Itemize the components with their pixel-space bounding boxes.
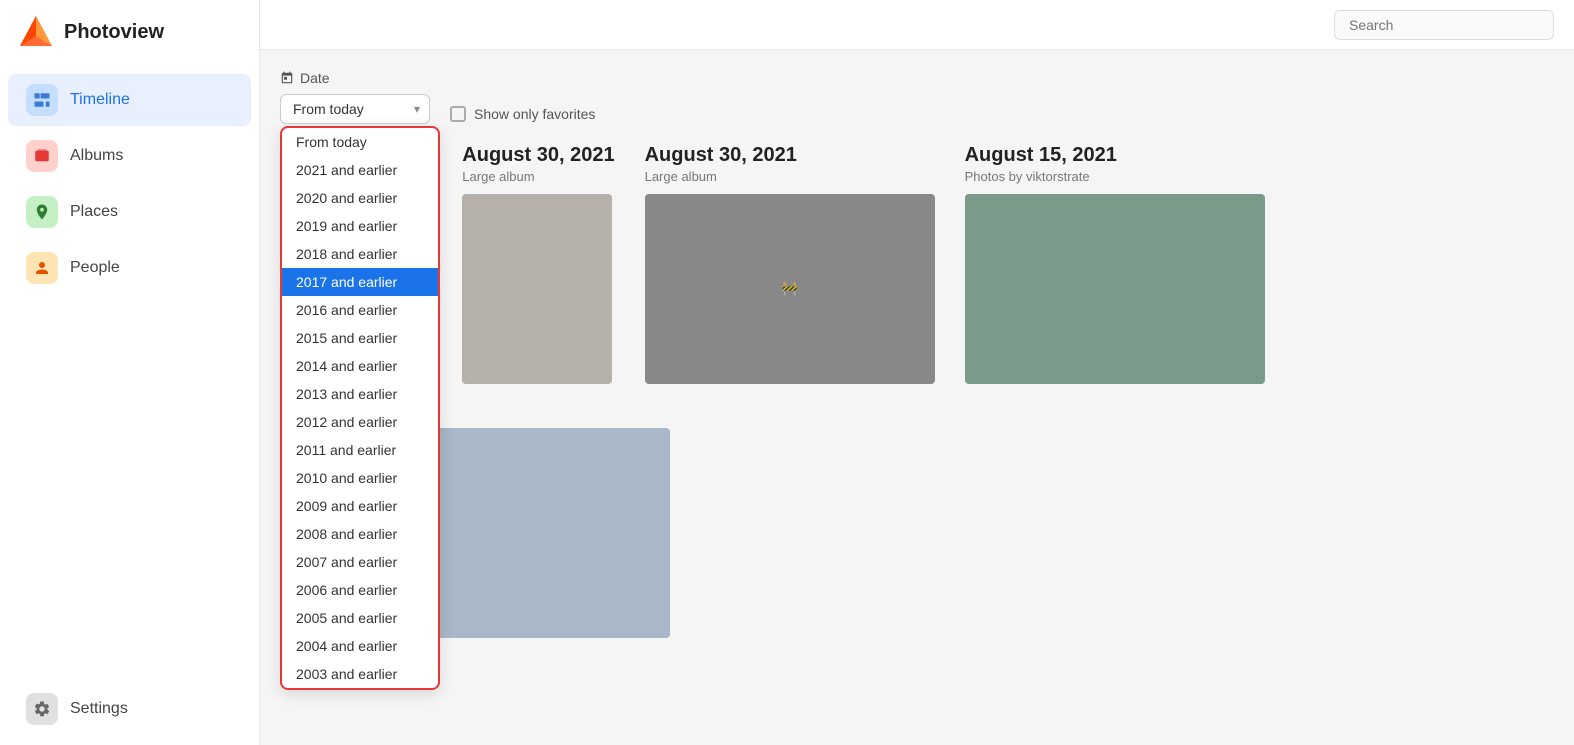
sidebar: Photoview Timeline Albums Places People bbox=[0, 0, 260, 745]
favorites-checkbox[interactable] bbox=[450, 106, 466, 122]
calendar-icon bbox=[280, 71, 294, 85]
photo-date: August 30, 2021 bbox=[645, 144, 935, 167]
dropdown-option[interactable]: 2011 and earlier bbox=[282, 436, 438, 464]
photo-section-aug15: August 15, 2021 Photos by viktorstrate bbox=[965, 144, 1265, 384]
sidebar-item-timeline-label: Timeline bbox=[70, 91, 130, 109]
sidebar-item-timeline[interactable]: Timeline bbox=[8, 74, 251, 126]
favorites-toggle[interactable]: Show only favorites bbox=[450, 70, 595, 122]
photo-subtitle: Large album bbox=[645, 169, 935, 184]
logo: Photoview bbox=[0, 0, 259, 64]
places-icon bbox=[26, 196, 58, 228]
photo-section-aug30-2: August 30, 2021 Large album bbox=[462, 144, 614, 384]
photo-thumbs-row: ♡ bbox=[280, 428, 1554, 638]
dropdown-option[interactable]: 2009 and earlier bbox=[282, 492, 438, 520]
photo-row-bottom: ♡ August 11, 2021 Photos by viktorstrate bbox=[280, 428, 1554, 686]
photo-date: August 30, 2021 bbox=[462, 144, 614, 167]
dropdown-option[interactable]: 2008 and earlier bbox=[282, 520, 438, 548]
app-logo-icon bbox=[18, 14, 54, 50]
search-input[interactable] bbox=[1334, 10, 1554, 40]
date-filter: Date From today2021 and earlier2020 and … bbox=[280, 70, 430, 124]
app-name: Photoview bbox=[64, 21, 164, 44]
photo-row-top: August 30, 2021 Large album August 30, 2… bbox=[280, 144, 1554, 408]
photo-section-aug11: ♡ August 11, 2021 Photos by viktorstrate bbox=[280, 428, 1554, 686]
sidebar-item-albums[interactable]: Albums bbox=[8, 130, 251, 182]
dropdown-option[interactable]: 2005 and earlier bbox=[282, 604, 438, 632]
date-dropdown[interactable]: From today2021 and earlier2020 and earli… bbox=[280, 126, 440, 690]
dropdown-option[interactable]: 2018 and earlier bbox=[282, 240, 438, 268]
photo-date: August 11, 2021 bbox=[280, 646, 1554, 669]
dropdown-option[interactable]: From today bbox=[282, 128, 438, 156]
dropdown-option[interactable]: 2010 and earlier bbox=[282, 464, 438, 492]
date-filter-header: Date bbox=[280, 70, 430, 86]
dropdown-option[interactable]: 2003 and earlier bbox=[282, 660, 438, 688]
settings-icon bbox=[26, 693, 58, 725]
dropdown-option[interactable]: 2006 and earlier bbox=[282, 576, 438, 604]
date-filter-label: Date bbox=[300, 70, 330, 86]
albums-icon bbox=[26, 140, 58, 172]
photo-date: August 15, 2021 bbox=[965, 144, 1265, 167]
photo-subtitle: Large album bbox=[462, 169, 614, 184]
photo-section-aug30-3: August 30, 2021 Large album 🚧 bbox=[645, 144, 935, 384]
photo-subtitle: Photos by viktorstrate bbox=[280, 671, 1554, 686]
header bbox=[260, 0, 1574, 50]
sidebar-item-settings-label: Settings bbox=[70, 700, 128, 718]
main-area: Date From today2021 and earlier2020 and … bbox=[260, 0, 1574, 745]
date-select[interactable]: From today2021 and earlier2020 and earli… bbox=[280, 94, 430, 124]
photo-thumbs-row: 🚧 bbox=[645, 194, 935, 384]
dropdown-option[interactable]: 2017 and earlier bbox=[282, 268, 438, 296]
photo-thumbs-row bbox=[965, 194, 1265, 384]
people-icon bbox=[26, 252, 58, 284]
sidebar-item-people-label: People bbox=[70, 259, 120, 277]
content-area: Date From today2021 and earlier2020 and … bbox=[260, 50, 1574, 745]
dropdown-option[interactable]: 2007 and earlier bbox=[282, 548, 438, 576]
favorites-label: Show only favorites bbox=[474, 106, 595, 122]
sidebar-item-albums-label: Albums bbox=[70, 147, 123, 165]
dropdown-option[interactable]: 2014 and earlier bbox=[282, 352, 438, 380]
dropdown-option[interactable]: 2013 and earlier bbox=[282, 380, 438, 408]
dropdown-option[interactable]: 2015 and earlier bbox=[282, 324, 438, 352]
timeline-icon bbox=[26, 84, 58, 116]
dropdown-option[interactable]: 2021 and earlier bbox=[282, 156, 438, 184]
dropdown-option[interactable]: 2004 and earlier bbox=[282, 632, 438, 660]
dropdown-option[interactable]: 2019 and earlier bbox=[282, 212, 438, 240]
sidebar-item-places-label: Places bbox=[70, 203, 118, 221]
photo-thumb[interactable] bbox=[965, 194, 1265, 384]
sidebar-item-people[interactable]: People bbox=[8, 242, 251, 294]
photo-thumb[interactable]: 🚧 bbox=[645, 194, 935, 384]
dropdown-option[interactable]: 2016 and earlier bbox=[282, 296, 438, 324]
sidebar-nav: Timeline Albums Places People Settings bbox=[0, 64, 259, 745]
photo-subtitle: Photos by viktorstrate bbox=[965, 169, 1265, 184]
photo-thumbs-row bbox=[462, 194, 614, 384]
sidebar-item-settings[interactable]: Settings bbox=[8, 683, 251, 735]
dropdown-option[interactable]: 2020 and earlier bbox=[282, 184, 438, 212]
dropdown-option[interactable]: 2012 and earlier bbox=[282, 408, 438, 436]
filter-bar: Date From today2021 and earlier2020 and … bbox=[280, 70, 1554, 124]
date-select-wrapper: From today2021 and earlier2020 and earli… bbox=[280, 94, 430, 124]
sidebar-item-places[interactable]: Places bbox=[8, 186, 251, 238]
photo-thumb[interactable] bbox=[462, 194, 612, 384]
